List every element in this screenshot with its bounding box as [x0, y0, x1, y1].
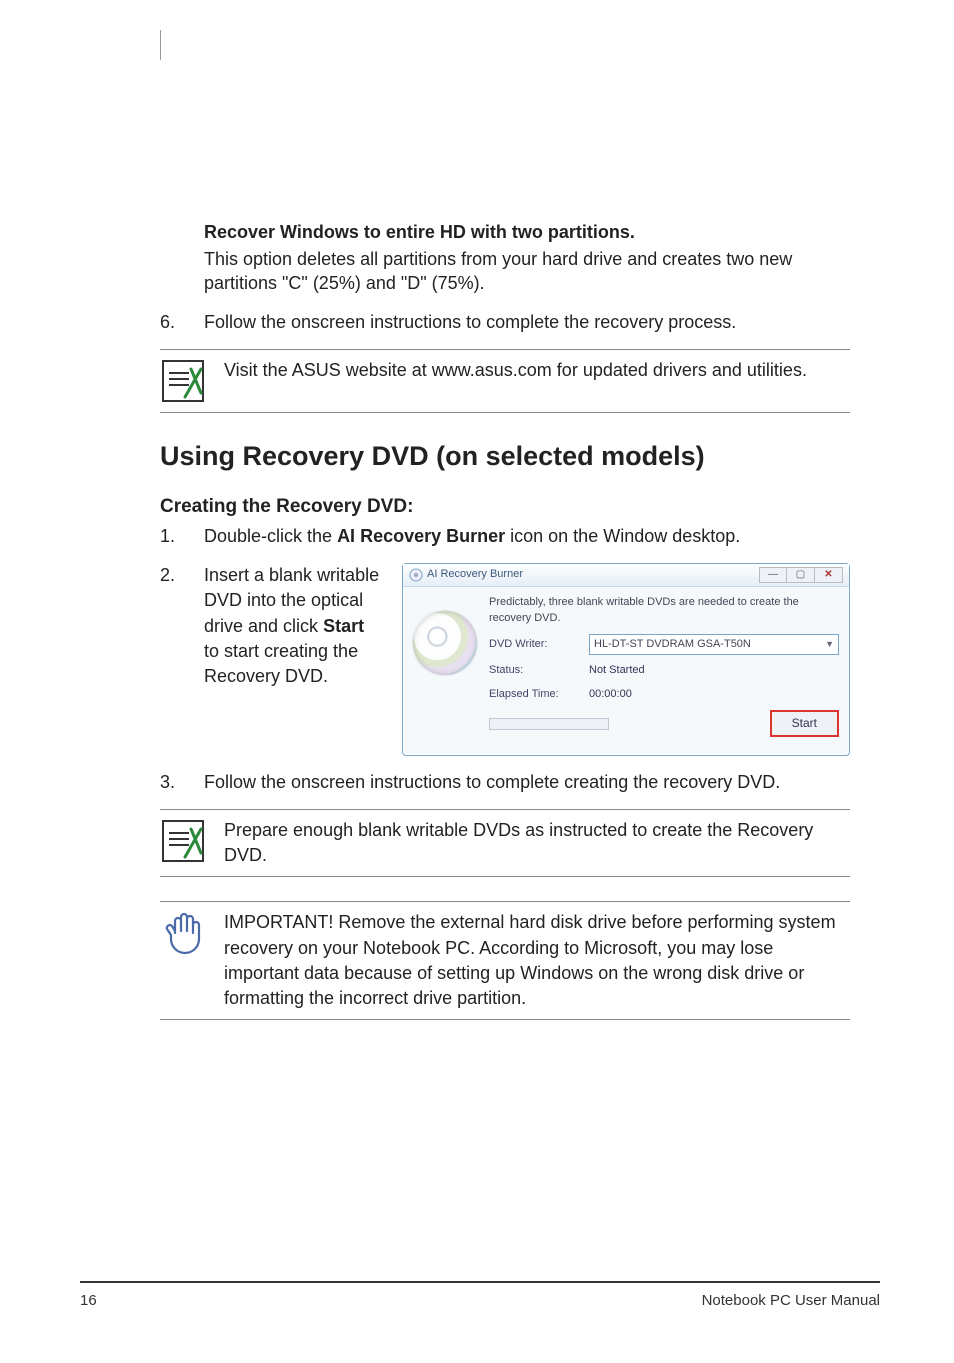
doc-title: Notebook PC User Manual [702, 1292, 880, 1309]
note-asus: Visit the ASUS website at www.asus.com f… [160, 349, 850, 413]
step1-post: icon on the Window desktop. [505, 526, 740, 546]
window-title-text: AI Recovery Burner [427, 567, 523, 582]
close-button[interactable]: ✕ [815, 567, 843, 583]
window-controls: — ▢ ✕ [759, 567, 843, 583]
step-text: Double-click the AI Recovery Burner icon… [204, 524, 850, 549]
dvd-writer-label: DVD Writer: [489, 637, 579, 652]
status-value: Not Started [589, 663, 645, 678]
page-content: Recover Windows to entire HD with two pa… [80, 30, 880, 1020]
dvd-writer-value: HL-DT-ST DVDRAM GSA-T50N [594, 637, 751, 652]
step-3: 3. Follow the onscreen instructions to c… [160, 770, 850, 795]
dvd-writer-combo[interactable]: HL-DT-ST DVDRAM GSA-T50N ▼ [589, 634, 839, 655]
step-text: Follow the onscreen instructions to comp… [204, 310, 850, 335]
step-number: 2. [160, 563, 204, 756]
note-icon [160, 818, 206, 864]
ai-recovery-burner-window: AI Recovery Burner — ▢ ✕ Predictably, th… [402, 563, 850, 756]
step2-bold: Start [323, 616, 364, 636]
note-icon [160, 358, 206, 404]
margin-rule [160, 30, 161, 60]
elapsed-value: 00:00:00 [589, 687, 632, 702]
chevron-down-icon: ▼ [825, 638, 834, 651]
step-text: Follow the onscreen instructions to comp… [204, 770, 850, 795]
maximize-button[interactable]: ▢ [787, 567, 815, 583]
step-1: 1. Double-click the AI Recovery Burner i… [160, 524, 850, 549]
step-number: 1. [160, 524, 204, 549]
status-label: Status: [489, 663, 579, 678]
step1-bold: AI Recovery Burner [337, 526, 505, 546]
recover-option-title: Recover Windows to entire HD with two pa… [204, 220, 850, 245]
step-2: 2. Insert a blank writable DVD into the … [160, 563, 850, 756]
window-titlebar: AI Recovery Burner — ▢ ✕ [403, 564, 849, 587]
start-button[interactable]: Start [770, 710, 839, 737]
step2-text: Insert a blank writable DVD into the opt… [204, 563, 384, 689]
note-important: IMPORTANT! Remove the external hard disk… [160, 901, 850, 1020]
app-icon [409, 568, 423, 582]
note-text: Prepare enough blank writable DVDs as in… [224, 818, 850, 868]
section-heading: Using Recovery DVD (on selected models) [160, 441, 850, 472]
hand-stop-icon [160, 910, 206, 956]
step2-post: to start creating the Recovery DVD. [204, 641, 358, 686]
step-number: 3. [160, 770, 204, 795]
step-number: 6. [160, 310, 204, 335]
note-prepare: Prepare enough blank writable DVDs as in… [160, 809, 850, 877]
footer-rule [80, 1281, 880, 1283]
page-footer: 16 Notebook PC User Manual [80, 1285, 880, 1309]
note-text: IMPORTANT! Remove the external hard disk… [224, 910, 850, 1011]
app-message: Predictably, three blank writable DVDs a… [489, 595, 839, 626]
disc-icon [413, 611, 477, 675]
progress-bar [489, 718, 609, 730]
recover-option-body: This option deletes all partitions from … [204, 247, 850, 296]
recover-option-block: Recover Windows to entire HD with two pa… [160, 220, 850, 296]
step1-pre: Double-click the [204, 526, 337, 546]
note-text: Visit the ASUS website at www.asus.com f… [224, 358, 850, 383]
window-title: AI Recovery Burner [409, 567, 759, 582]
sub-heading: Creating the Recovery DVD: [160, 496, 850, 518]
step-6: 6. Follow the onscreen instructions to c… [160, 310, 850, 335]
minimize-button[interactable]: — [759, 567, 787, 583]
page-number: 16 [80, 1292, 97, 1309]
elapsed-label: Elapsed Time: [489, 687, 579, 702]
